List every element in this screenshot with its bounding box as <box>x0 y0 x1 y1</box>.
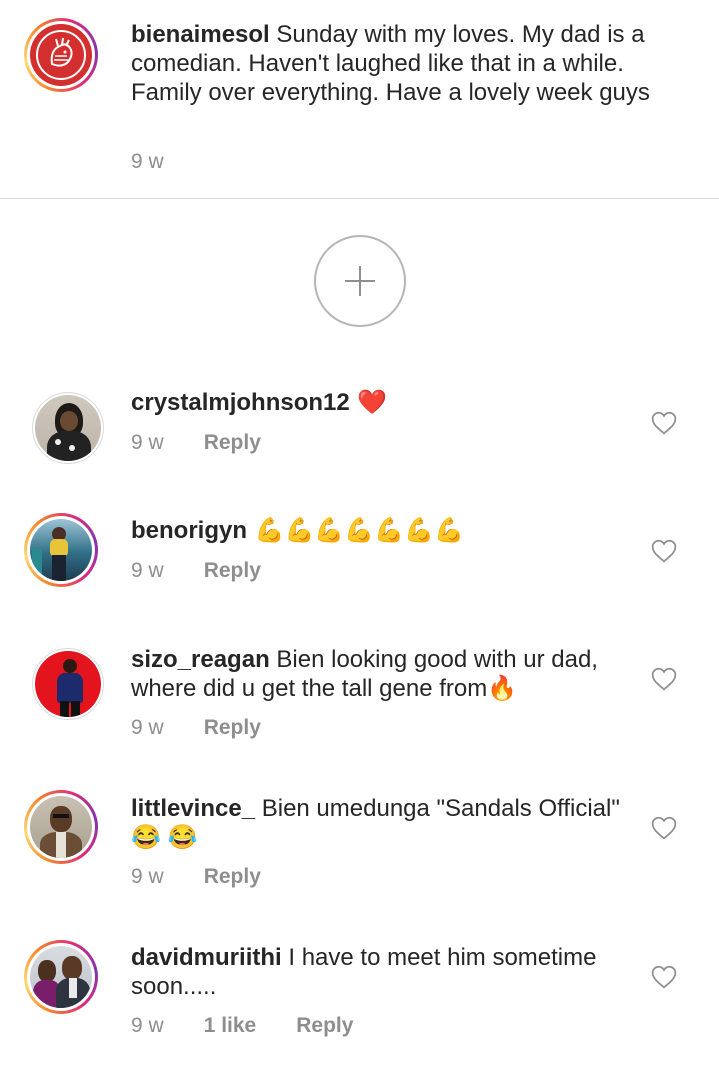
caption-avatar[interactable] <box>24 18 98 92</box>
caption-username[interactable]: bienaimesol <box>131 21 270 48</box>
comment-text: benorigyn 💪💪💪💪💪💪💪 <box>131 516 631 545</box>
comment-body: 💪💪💪💪💪💪💪 <box>247 516 464 544</box>
add-button[interactable] <box>314 235 406 327</box>
comment-username[interactable]: davidmuriithi <box>131 944 282 971</box>
reply-button[interactable]: Reply <box>204 716 261 740</box>
comment-username[interactable]: sizo_reagan <box>131 646 270 673</box>
commenter-avatar[interactable] <box>32 392 104 464</box>
reply-button[interactable]: Reply <box>204 431 261 455</box>
post-caption: bienaimesol Sunday with my loves. My dad… <box>0 0 719 199</box>
commenter-avatar[interactable] <box>32 648 104 720</box>
caption-text: bienaimesol Sunday with my loves. My dad… <box>131 20 691 107</box>
comment-meta: 9 w Reply <box>131 559 261 583</box>
comment-time: 9 w <box>131 431 164 454</box>
comment-text: davidmuriithi I have to meet him sometim… <box>131 943 631 1001</box>
comment-meta: 9 w Reply <box>131 865 261 889</box>
comment-time: 9 w <box>131 559 164 582</box>
heart-icon[interactable] <box>651 816 677 840</box>
comment-text: sizo_reagan Bien looking good with ur da… <box>131 645 631 703</box>
caption-meta: 9 w <box>131 150 164 174</box>
reply-button[interactable]: Reply <box>204 559 261 583</box>
comment-time: 9 w <box>131 865 164 888</box>
comment-time: 9 w <box>131 716 164 739</box>
commenter-avatar[interactable] <box>24 940 98 1014</box>
reply-button[interactable]: Reply <box>204 865 261 889</box>
heart-icon[interactable] <box>651 539 677 563</box>
reply-button[interactable]: Reply <box>296 1014 353 1038</box>
comment-username[interactable]: littlevince_ <box>131 795 255 822</box>
caption-time: 9 w <box>131 150 164 173</box>
comment-username[interactable]: crystalmjohnson12 <box>131 389 350 416</box>
comment-time: 9 w <box>131 1014 164 1037</box>
comment-meta: 9 w Reply <box>131 716 261 740</box>
comment-body: ❤️ <box>349 388 388 416</box>
comment-meta: 9 w 1 like Reply <box>131 1014 353 1038</box>
comment-text: littlevince_ Bien umedunga "Sandals Offi… <box>131 794 631 852</box>
commenter-avatar[interactable] <box>24 513 98 587</box>
commenter-avatar[interactable] <box>24 790 98 864</box>
heart-icon[interactable] <box>651 965 677 989</box>
comment-text: crystalmjohnson12 ❤️ <box>131 388 631 417</box>
comment-username[interactable]: benorigyn <box>131 517 247 544</box>
heart-icon[interactable] <box>651 411 677 435</box>
comment-meta: 9 w Reply <box>131 431 261 455</box>
rooster-logo-icon <box>36 30 86 80</box>
heart-icon[interactable] <box>651 667 677 691</box>
likes-count[interactable]: 1 like <box>204 1014 257 1038</box>
